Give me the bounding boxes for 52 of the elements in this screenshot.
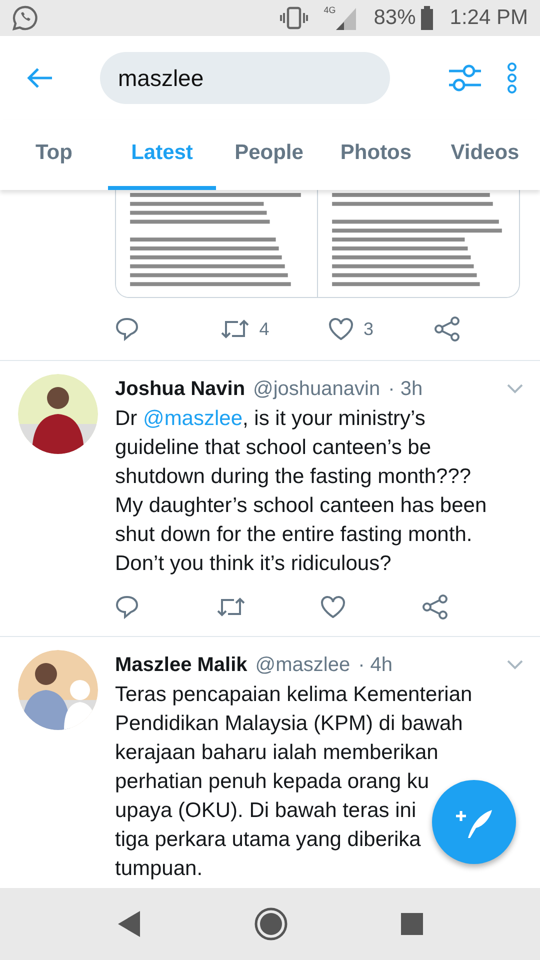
more-button[interactable]: [506, 62, 518, 94]
tweet-text-line: shut down for the entire fasting month.: [115, 522, 472, 548]
whatsapp-icon: [12, 5, 38, 31]
retweet-count: 4: [259, 318, 270, 340]
like-count: 3: [364, 318, 374, 340]
heart-icon[interactable]: [320, 595, 346, 619]
retweet-icon[interactable]: [221, 317, 250, 341]
tab[interactable]: Top: [0, 120, 108, 190]
tweet-time: · 4h: [358, 653, 393, 678]
clock: 1:24 PM: [450, 5, 528, 32]
back-triangle-icon[interactable]: [116, 909, 142, 939]
network-label: 4G: [324, 4, 336, 17]
share-icon[interactable]: [434, 316, 460, 342]
tweet-text-line: Teras pencapaian kelima Kementerian: [115, 682, 472, 708]
tweet-text-line: upaya (OKU). Di bawah teras ini: [115, 798, 416, 824]
tweet-text-line: kerajaan baharu ialah memberikan: [115, 740, 438, 766]
heart-icon[interactable]: [328, 317, 354, 341]
reply-icon[interactable]: [115, 317, 139, 341]
battery-level: 83%: [374, 5, 416, 32]
retweet-icon[interactable]: [217, 595, 246, 619]
reply-icon[interactable]: [115, 595, 139, 619]
tweet-text-line: Pendidikan Malaysia (KPM) di bawah: [115, 711, 463, 737]
tab[interactable]: Videos: [430, 120, 540, 190]
tweet-text-line: shutdown during the fasting month???: [115, 464, 472, 490]
search-field[interactable]: maszlee: [100, 52, 390, 104]
author-handle: @maszlee: [255, 653, 350, 678]
signal-icon: [336, 6, 358, 30]
tweet-text-line: guideline that school canteen’s be: [115, 435, 432, 461]
tweet-text-line: tumpuan.: [115, 856, 203, 882]
more-icon: [506, 62, 518, 94]
tweet-time: · 3h: [388, 377, 423, 402]
battery-icon: [420, 6, 434, 30]
vibrate-icon: [280, 6, 308, 30]
tweet-text-line: Don’t you think it’s ridiculous?: [115, 551, 392, 577]
author-name: Joshua Navin: [115, 377, 246, 402]
tab[interactable]: People: [216, 120, 322, 190]
sliders-icon: [448, 63, 482, 93]
author-name: Maszlee Malik: [115, 653, 248, 678]
tweet-text-line: Dr @maszlee, is it your ministry’s: [115, 406, 426, 432]
back-icon: [26, 66, 54, 90]
tweet-text-line: perhatian penuh kepada orang ku: [115, 769, 430, 795]
tweet-text-line: My daughter’s school canteen has been: [115, 493, 487, 519]
share-icon[interactable]: [422, 594, 448, 620]
compose-button[interactable]: [432, 780, 516, 864]
home-circle-icon[interactable]: [254, 907, 288, 941]
back-button[interactable]: [26, 66, 54, 90]
mention-link[interactable]: @maszlee: [143, 407, 243, 430]
tweet-text-line: tiga perkara utama yang diberika: [115, 827, 421, 853]
recents-square-icon[interactable]: [400, 912, 424, 936]
tab[interactable]: Photos: [322, 120, 430, 190]
author-handle: @joshuanavin: [253, 377, 380, 402]
filter-button[interactable]: [448, 63, 482, 93]
